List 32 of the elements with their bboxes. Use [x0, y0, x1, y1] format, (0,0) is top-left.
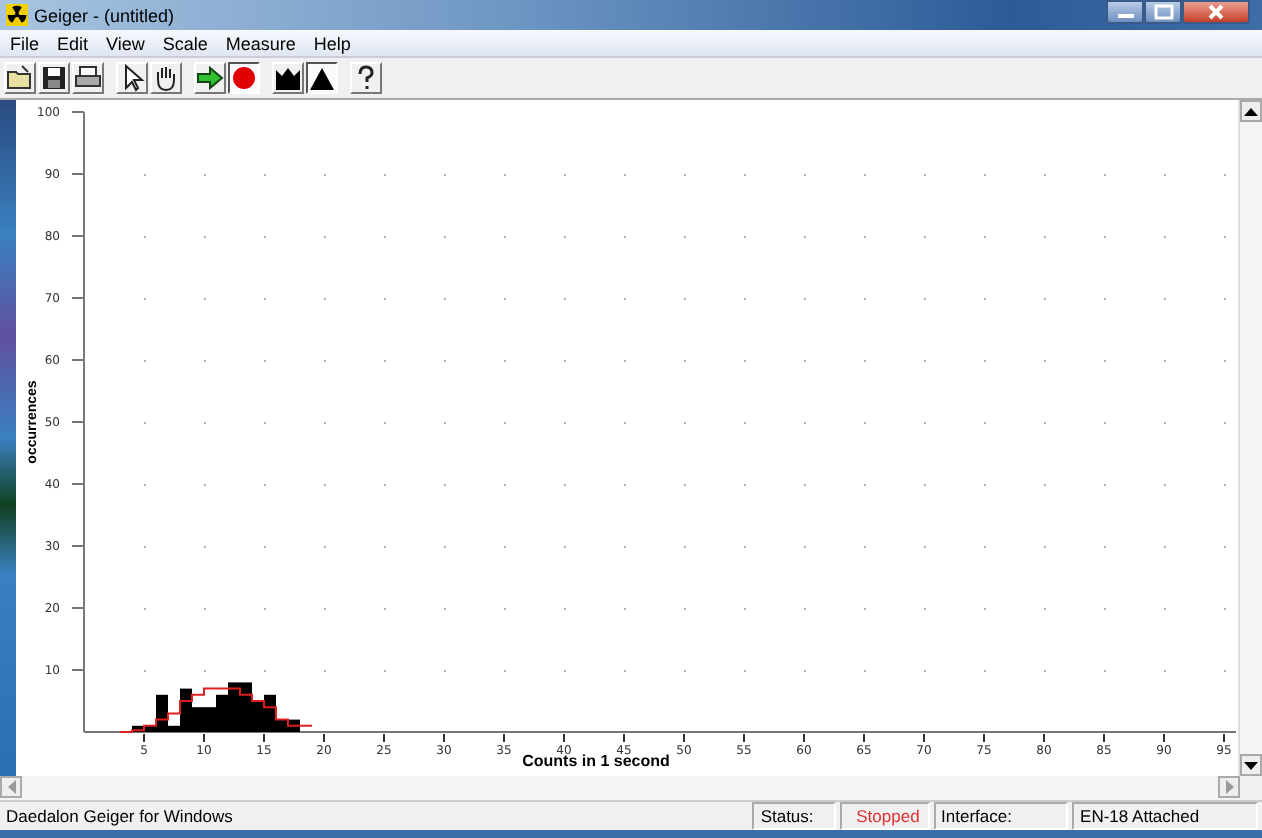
open-icon[interactable]: [4, 62, 36, 94]
status-value: Stopped: [840, 802, 930, 830]
close-icon: [1206, 4, 1226, 20]
x-axis-title: Counts in 1 second: [522, 752, 670, 770]
maximize-icon: [1153, 4, 1173, 20]
close-button[interactable]: [1182, 0, 1250, 24]
save-icon[interactable]: [38, 62, 70, 94]
maximize-button[interactable]: [1144, 0, 1182, 24]
menu-item[interactable]: Scale: [162, 33, 208, 53]
print-icon[interactable]: [72, 62, 104, 94]
pointer-icon[interactable]: [116, 62, 148, 94]
histogram-icon[interactable]: [272, 62, 304, 94]
arrow-icon[interactable]: [194, 62, 226, 94]
minimize-button[interactable]: [1106, 0, 1144, 24]
menu-item[interactable]: View: [106, 33, 145, 53]
scroll-up-icon[interactable]: [1240, 100, 1262, 122]
vertical-scrollbar[interactable]: [1238, 100, 1262, 776]
scroll-down-icon[interactable]: [1240, 754, 1262, 776]
interface-label: Interface:: [933, 802, 1069, 830]
menu-item[interactable]: Measure: [225, 33, 296, 53]
menu-item[interactable]: Help: [313, 33, 351, 53]
radiation-icon: [6, 4, 28, 26]
menu-item[interactable]: Edit: [57, 33, 89, 53]
interface-value: EN-18 Attached: [1072, 802, 1258, 830]
question-icon[interactable]: [350, 62, 382, 94]
peak-icon[interactable]: [306, 62, 338, 94]
menu-item[interactable]: File: [10, 33, 40, 53]
hand-icon[interactable]: [150, 62, 182, 94]
status-label: Status:: [752, 802, 837, 830]
status-text: Daedalon Geiger for Windows: [4, 804, 235, 830]
window-title: Geiger - (untitled): [34, 5, 175, 25]
record-icon[interactable]: [228, 62, 260, 94]
